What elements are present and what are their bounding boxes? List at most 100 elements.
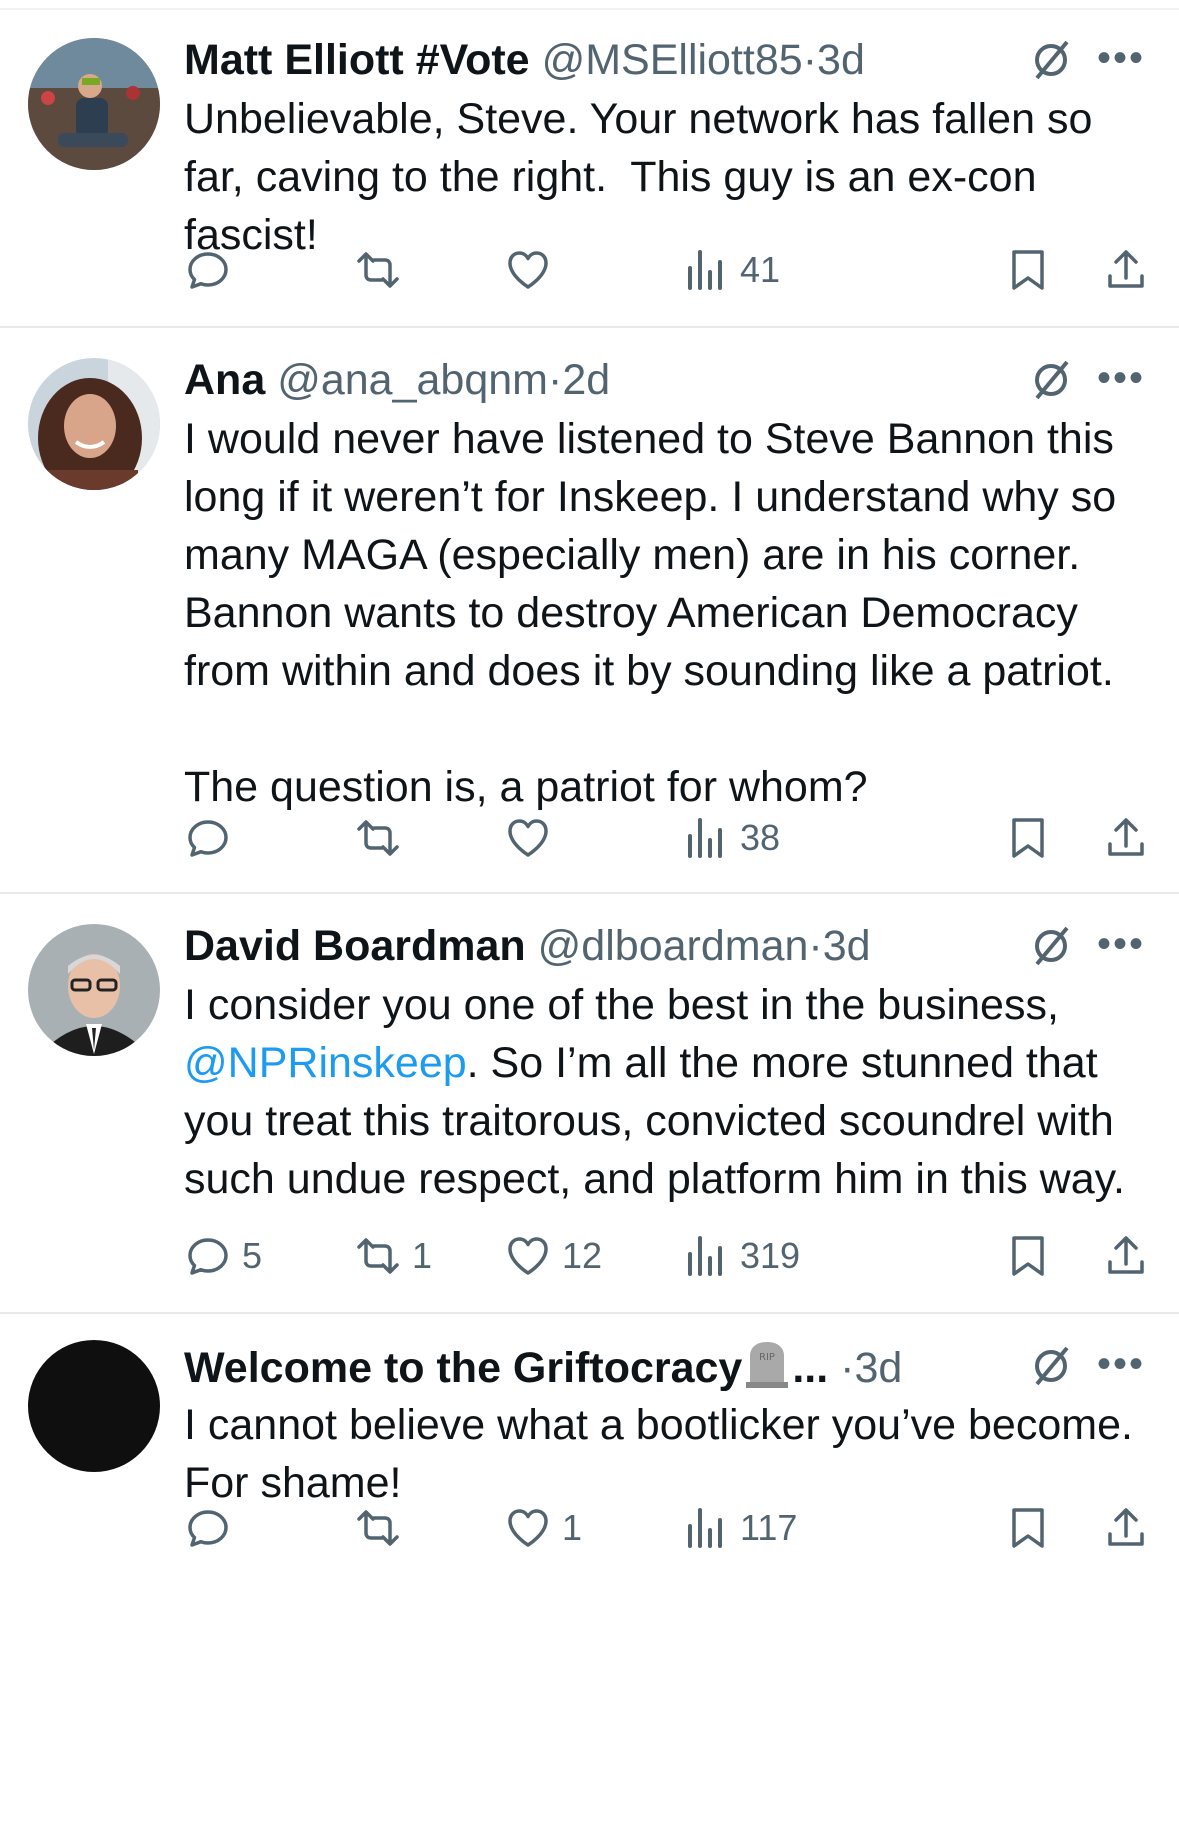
tweet-header: David Boardman @dlboardman·3d •••: [184, 918, 1149, 974]
retweet-button[interactable]: [354, 1498, 412, 1558]
views-button[interactable]: 38: [682, 808, 780, 868]
reply-icon: [188, 1238, 228, 1275]
header-icons: •••: [1029, 918, 1149, 974]
separator-dot: ·: [547, 356, 563, 404]
separator-dot: ·: [840, 1344, 855, 1392]
like-count: 1: [562, 1507, 583, 1548]
views-icon: [688, 1508, 722, 1548]
retweet-icon: [357, 1510, 399, 1546]
like-count: 12: [562, 1235, 603, 1276]
avatar[interactable]: [28, 358, 160, 490]
author-name[interactable]: Ana: [184, 356, 265, 404]
tweet-header: Welcome to the Griftocracy RIP... ·3d •••: [184, 1338, 1149, 1394]
grok-icon[interactable]: [1029, 38, 1073, 82]
views-icon: [688, 818, 722, 858]
tweet-text-part: I consider you one of the best in the bu…: [184, 981, 1071, 1029]
author-handle[interactable]: @ana_abqnm: [277, 356, 548, 404]
reply-icon: [188, 252, 228, 289]
like-button[interactable]: [504, 240, 562, 300]
share-button[interactable]: [1102, 240, 1150, 300]
tombstone-icon: RIP: [746, 1342, 789, 1388]
author-handle[interactable]: @dlboardman: [538, 922, 809, 970]
reply-button[interactable]: [184, 1498, 242, 1558]
like-icon: [508, 1237, 548, 1275]
bookmark-icon: [1012, 1236, 1044, 1276]
svg-text:RIP: RIP: [759, 1352, 775, 1363]
like-button[interactable]: 12: [504, 1226, 602, 1286]
avatar[interactable]: [28, 1340, 160, 1472]
views-button[interactable]: 117: [682, 1498, 797, 1558]
share-button[interactable]: [1102, 808, 1150, 868]
retweet-icon: [357, 1238, 399, 1274]
author-handle[interactable]: @MSElliott85: [542, 36, 803, 84]
share-icon: [1108, 250, 1144, 288]
views-button[interactable]: 319: [682, 1226, 800, 1286]
views-count: 41: [740, 249, 781, 290]
bookmark-button[interactable]: [1004, 240, 1052, 300]
header-icons: •••: [1029, 1338, 1149, 1394]
separator-dot: ·: [802, 36, 818, 84]
author-name[interactable]: Welcome to the Griftocracy: [184, 1344, 742, 1392]
author-name[interactable]: Matt Elliott #Vote: [184, 36, 530, 84]
reply-button[interactable]: [184, 240, 242, 300]
bookmark-button[interactable]: [1004, 1226, 1052, 1286]
tweet-header: Matt Elliott #Vote @MSElliott85·3d •••: [184, 32, 1149, 88]
tweet-content: Matt Elliott #Vote @MSElliott85·3d ••• U…: [184, 32, 1149, 264]
divider: [0, 326, 1179, 328]
action-bar: 1 117: [184, 1498, 1150, 1558]
like-button[interactable]: [504, 808, 562, 868]
tweet-content: David Boardman @dlboardman·3d ••• I cons…: [184, 918, 1149, 1208]
retweet-button[interactable]: [354, 808, 412, 868]
retweet-button[interactable]: 1: [354, 1226, 432, 1286]
views-count: 319: [740, 1235, 801, 1276]
tweet-content: Ana @ana_abqnm·2d ••• I would never have…: [184, 352, 1149, 816]
avatar[interactable]: [28, 924, 160, 1056]
action-bar: 41: [184, 240, 1150, 300]
tweet-content: Welcome to the Griftocracy RIP... ·3d •••…: [184, 1338, 1149, 1512]
action-bar: 5 1 12 319: [184, 1226, 1150, 1286]
author-name[interactable]: David Boardman: [184, 922, 526, 970]
share-icon: [1108, 1508, 1144, 1546]
views-icon: [688, 250, 722, 290]
grok-icon[interactable]: [1029, 358, 1073, 402]
reply-count: 5: [242, 1235, 263, 1276]
reply-button[interactable]: [184, 808, 242, 868]
divider: [0, 1312, 1179, 1314]
views-icon: [688, 1236, 722, 1276]
reply-icon: [188, 820, 228, 857]
tweet-text: Unbelievable, Steve. Your network has fa…: [184, 95, 1105, 259]
grok-icon[interactable]: [1029, 1344, 1073, 1388]
retweet-button[interactable]: [354, 240, 412, 300]
share-button[interactable]: [1102, 1498, 1150, 1558]
reply-button[interactable]: 5: [184, 1226, 262, 1286]
like-button[interactable]: 1: [504, 1498, 582, 1558]
more-icon[interactable]: •••: [1097, 920, 1145, 968]
bookmark-icon: [1012, 818, 1044, 858]
bookmark-button[interactable]: [1004, 808, 1052, 868]
views-button[interactable]: 41: [682, 240, 780, 300]
share-button[interactable]: [1102, 1226, 1150, 1286]
tweet-text: I consider you one of the best in the bu…: [184, 976, 1149, 1208]
more-icon[interactable]: •••: [1097, 1340, 1145, 1388]
mention-link[interactable]: @NPRinskeep: [184, 1039, 467, 1087]
separator-dot: ·: [808, 922, 823, 970]
timestamp[interactable]: 3d: [823, 922, 871, 970]
share-icon: [1108, 818, 1144, 856]
grok-icon[interactable]: [1029, 924, 1073, 968]
action-bar: 38: [184, 808, 1150, 868]
timestamp[interactable]: 3d: [854, 1344, 902, 1392]
retweet-icon: [357, 252, 399, 288]
timestamp[interactable]: 3d: [817, 36, 865, 84]
divider: [0, 892, 1179, 894]
share-icon: [1108, 1236, 1144, 1274]
author-name-suffix: ...: [792, 1344, 829, 1392]
avatar[interactable]: [28, 38, 160, 170]
bookmark-button[interactable]: [1004, 1498, 1052, 1558]
more-icon[interactable]: •••: [1097, 354, 1145, 402]
views-count: 117: [740, 1507, 798, 1548]
more-icon[interactable]: •••: [1097, 34, 1145, 82]
timestamp[interactable]: 2d: [562, 356, 610, 404]
divider: [0, 8, 1179, 10]
like-icon: [508, 819, 548, 857]
tweet-text: I would never have listened to Steve Ban…: [184, 415, 1117, 811]
